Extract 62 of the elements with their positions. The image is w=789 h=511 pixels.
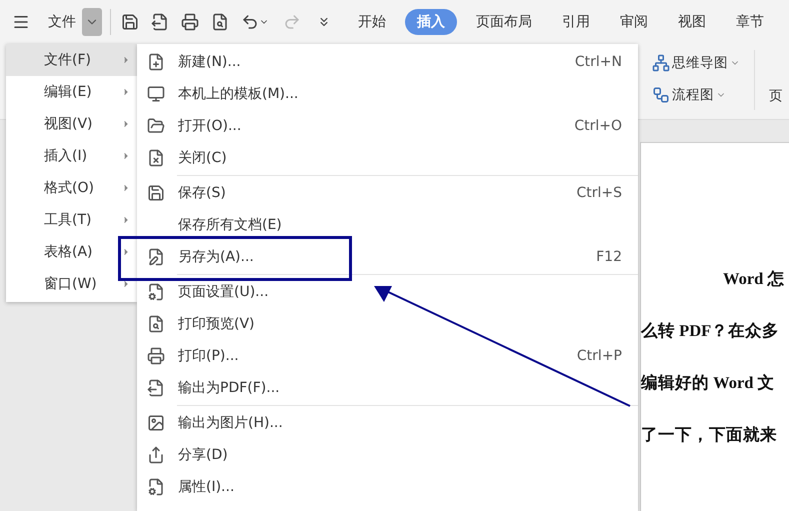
monitor-icon: [147, 85, 165, 103]
submenu-item[interactable]: 本机上的模板(M)...: [137, 78, 638, 110]
shortcut-text: Ctrl+S: [576, 185, 622, 201]
submenu-item[interactable]: 关闭(C): [137, 142, 638, 174]
submenu-item[interactable]: 输出为图片(H)...: [137, 407, 638, 439]
undo-icon[interactable]: [241, 13, 269, 31]
menu-item[interactable]: 格式(O): [6, 172, 137, 204]
ribbon-tool-button[interactable]: 流程图: [652, 82, 740, 108]
file-menu-label[interactable]: 文件: [48, 13, 76, 31]
document-text: 编辑好的 Word 文: [641, 372, 776, 394]
new-file-icon: [147, 53, 165, 71]
folder-icon: [147, 117, 165, 135]
image-icon: [147, 414, 165, 432]
share-icon: [147, 446, 165, 464]
ribbon-tab[interactable]: 引用: [547, 9, 605, 35]
menu-item[interactable]: 窗口(W): [6, 268, 137, 300]
ribbon-tab[interactable]: 审阅: [605, 9, 663, 35]
printer-icon: [147, 347, 165, 365]
submenu-item[interactable]: 打印预览(V): [137, 308, 638, 340]
close-file-icon: [147, 149, 165, 167]
document-text: 么转 PDF？在众多: [641, 320, 780, 342]
menu-item[interactable]: 文件(F): [6, 44, 137, 76]
ribbon-tab[interactable]: 开始: [343, 9, 401, 35]
save-icon[interactable]: [121, 13, 139, 31]
submenu-item[interactable]: 保存(S) Ctrl+S: [137, 177, 638, 209]
print-preview-icon[interactable]: [211, 13, 229, 31]
menu-icon[interactable]: [12, 13, 30, 31]
ribbon-tab[interactable]: 章节: [721, 9, 779, 35]
file-gear-icon: [147, 478, 165, 496]
file-export-icon: [147, 379, 165, 397]
submenu-item[interactable]: 打印(P)... Ctrl+P: [137, 340, 638, 372]
file-gear-icon: [147, 283, 165, 301]
document-title: Word 怎: [722, 268, 786, 290]
file-search-icon: [147, 315, 165, 333]
submenu-item[interactable]: 页面设置(U)...: [137, 276, 638, 308]
shortcut-text: Ctrl+O: [574, 118, 622, 134]
ribbon-tab[interactable]: 视图: [663, 9, 721, 35]
mind-map-icon: [652, 54, 670, 72]
ribbon-tab[interactable]: 页面布局: [461, 9, 547, 35]
menu-item[interactable]: 视图(V): [6, 108, 137, 140]
file-pen-icon: [147, 248, 165, 266]
menu-item[interactable]: 编辑(E): [6, 76, 137, 108]
flowchart-icon: [652, 86, 670, 104]
shortcut-text: Ctrl+N: [574, 54, 622, 70]
submenu-item[interactable]: 分享(D): [137, 439, 638, 471]
submenu-item[interactable]: 打开(O)... Ctrl+O: [137, 110, 638, 142]
export-icon[interactable]: [151, 13, 169, 31]
shortcut-text: F12: [596, 249, 622, 265]
save-icon: [147, 184, 165, 202]
menu-item[interactable]: 工具(T): [6, 204, 137, 236]
document-text: 了一下，下面就来: [641, 424, 778, 446]
submenu-item[interactable]: 新建(N)... Ctrl+N: [137, 46, 638, 78]
menu-item[interactable]: 插入(I): [6, 140, 137, 172]
shortcut-text: Ctrl+P: [576, 348, 622, 364]
ribbon-tool-button[interactable]: 思维导图: [652, 50, 740, 76]
printer-icon[interactable]: [181, 13, 199, 31]
submenu-item[interactable]: 另存为(A)... F12: [137, 241, 638, 273]
submenu-item[interactable]: 保存所有文档(E): [137, 209, 638, 241]
ribbon-label: 页: [769, 87, 783, 105]
submenu-item[interactable]: 输出为PDF(F)...: [137, 372, 638, 404]
submenu-item[interactable]: 属性(I)...: [137, 471, 638, 503]
menu-item[interactable]: 表格(A): [6, 236, 137, 268]
